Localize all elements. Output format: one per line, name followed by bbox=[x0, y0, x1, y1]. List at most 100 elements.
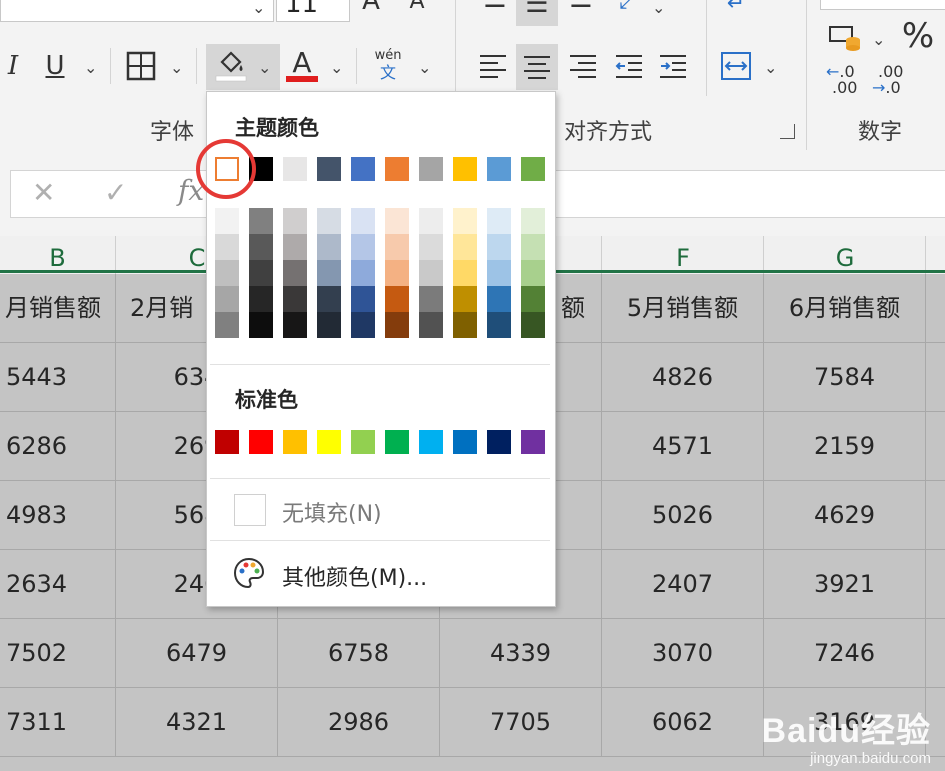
table-cell[interactable] bbox=[926, 619, 945, 688]
table-cell[interactable]: 7311 bbox=[0, 688, 116, 757]
header-cell[interactable] bbox=[926, 274, 945, 343]
accounting-format-icon[interactable] bbox=[826, 22, 864, 54]
table-cell[interactable]: 4321 bbox=[116, 688, 278, 757]
theme-shade-swatch[interactable] bbox=[215, 286, 239, 312]
table-cell[interactable] bbox=[926, 481, 945, 550]
theme-shade-swatch[interactable] bbox=[453, 286, 477, 312]
chevron-down-icon[interactable]: ⌄ bbox=[418, 58, 431, 77]
theme-shade-swatch[interactable] bbox=[385, 312, 409, 338]
header-cell[interactable]: 6月销售额 bbox=[764, 274, 926, 343]
theme-shade-swatch[interactable] bbox=[385, 286, 409, 312]
theme-shade-swatch[interactable] bbox=[453, 208, 477, 234]
phonetic-guide-icon[interactable]: wén 文 bbox=[370, 48, 406, 84]
table-cell[interactable]: 7584 bbox=[764, 343, 926, 412]
column-header-g[interactable]: G bbox=[764, 236, 926, 274]
chevron-down-icon[interactable]: ⌄ bbox=[872, 30, 885, 49]
percent-style-icon[interactable]: % bbox=[898, 16, 938, 56]
table-cell[interactable]: 4571 bbox=[602, 412, 764, 481]
theme-shade-swatch[interactable] bbox=[487, 234, 511, 260]
theme-shade-swatch[interactable] bbox=[453, 234, 477, 260]
theme-color-swatch[interactable] bbox=[487, 157, 511, 181]
theme-shade-swatch[interactable] bbox=[385, 260, 409, 286]
chevron-down-icon[interactable]: ⌄ bbox=[258, 58, 271, 77]
table-cell[interactable]: 3921 bbox=[764, 550, 926, 619]
theme-shade-swatch[interactable] bbox=[487, 260, 511, 286]
theme-color-swatch[interactable] bbox=[453, 157, 477, 181]
theme-shade-swatch[interactable] bbox=[283, 208, 307, 234]
middle-align-icon[interactable]: ☰ bbox=[516, 0, 558, 26]
theme-shade-swatch[interactable] bbox=[521, 234, 545, 260]
theme-shade-swatch[interactable] bbox=[249, 234, 273, 260]
standard-color-swatch[interactable] bbox=[249, 430, 273, 454]
wrap-text-icon[interactable]: ↵ bbox=[718, 0, 754, 20]
theme-color-swatch[interactable] bbox=[419, 157, 443, 181]
standard-color-swatch[interactable] bbox=[385, 430, 409, 454]
theme-shade-swatch[interactable] bbox=[419, 312, 443, 338]
theme-shade-swatch[interactable] bbox=[249, 286, 273, 312]
decrease-font-icon[interactable]: A bbox=[402, 0, 432, 16]
cancel-icon[interactable]: ✕ bbox=[32, 176, 55, 209]
chevron-down-icon[interactable]: ⌄ bbox=[84, 58, 97, 77]
theme-shade-swatch[interactable] bbox=[351, 234, 375, 260]
standard-color-swatch[interactable] bbox=[419, 430, 443, 454]
standard-color-swatch[interactable] bbox=[521, 430, 545, 454]
table-cell[interactable] bbox=[926, 343, 945, 412]
more-colors-item[interactable]: 其他颜色(M)... bbox=[210, 548, 550, 598]
theme-color-swatch[interactable] bbox=[351, 157, 375, 181]
theme-color-swatch[interactable] bbox=[283, 157, 307, 181]
chevron-down-icon[interactable]: ⌄ bbox=[764, 58, 777, 77]
font-color-button[interactable]: A bbox=[284, 44, 320, 86]
table-cell[interactable]: 4826 bbox=[602, 343, 764, 412]
table-cell[interactable]: 6758 bbox=[278, 619, 440, 688]
decrease-decimal-icon[interactable]: .00 →.0 bbox=[872, 64, 912, 100]
bottom-align-icon[interactable]: ☰ bbox=[564, 0, 598, 16]
chevron-down-icon[interactable]: ⌄ bbox=[252, 0, 265, 17]
column-header-b[interactable]: B bbox=[0, 236, 115, 274]
increase-indent-icon[interactable] bbox=[654, 46, 692, 86]
table-cell[interactable]: 2407 bbox=[602, 550, 764, 619]
theme-shade-swatch[interactable] bbox=[521, 208, 545, 234]
table-cell[interactable]: 4629 bbox=[764, 481, 926, 550]
number-format-box[interactable] bbox=[820, 0, 945, 10]
table-cell[interactable]: 7705 bbox=[440, 688, 602, 757]
merge-center-icon[interactable] bbox=[716, 46, 756, 86]
theme-color-swatch[interactable] bbox=[521, 157, 545, 181]
orientation-icon[interactable]: ⤢ bbox=[610, 0, 646, 16]
theme-shade-swatch[interactable] bbox=[317, 260, 341, 286]
table-cell[interactable]: 4339 bbox=[440, 619, 602, 688]
theme-shade-swatch[interactable] bbox=[453, 312, 477, 338]
standard-color-swatch[interactable] bbox=[215, 430, 239, 454]
header-cell[interactable]: 月销售额 bbox=[0, 274, 116, 343]
theme-shade-swatch[interactable] bbox=[419, 208, 443, 234]
font-size-box[interactable]: 11 bbox=[276, 0, 350, 22]
standard-color-swatch[interactable] bbox=[351, 430, 375, 454]
borders-icon[interactable] bbox=[124, 48, 158, 84]
theme-shade-swatch[interactable] bbox=[283, 234, 307, 260]
table-cell[interactable]: 6479 bbox=[116, 619, 278, 688]
table-cell[interactable]: 2159 bbox=[764, 412, 926, 481]
theme-shade-swatch[interactable] bbox=[215, 312, 239, 338]
theme-shade-swatch[interactable] bbox=[385, 234, 409, 260]
align-right-icon[interactable] bbox=[564, 46, 602, 86]
theme-shade-swatch[interactable] bbox=[419, 286, 443, 312]
no-fill-item[interactable]: 无填充(N) bbox=[210, 486, 550, 534]
alignment-dialog-launcher-icon[interactable] bbox=[780, 124, 795, 139]
theme-shade-swatch[interactable] bbox=[317, 286, 341, 312]
theme-shade-swatch[interactable] bbox=[521, 260, 545, 286]
standard-color-swatch[interactable] bbox=[317, 430, 341, 454]
header-cell[interactable]: 5月销售额 bbox=[602, 274, 764, 343]
theme-shade-swatch[interactable] bbox=[249, 208, 273, 234]
column-header-f[interactable]: F bbox=[602, 236, 764, 274]
theme-shade-swatch[interactable] bbox=[521, 312, 545, 338]
theme-shade-swatch[interactable] bbox=[351, 312, 375, 338]
chevron-down-icon[interactable]: ⌄ bbox=[170, 58, 183, 77]
align-center-icon[interactable] bbox=[516, 44, 558, 90]
theme-shade-swatch[interactable] bbox=[385, 208, 409, 234]
italic-button[interactable]: I bbox=[0, 48, 26, 84]
theme-shade-swatch[interactable] bbox=[249, 260, 273, 286]
table-cell[interactable]: 4983 bbox=[0, 481, 116, 550]
theme-shade-swatch[interactable] bbox=[215, 260, 239, 286]
standard-color-swatch[interactable] bbox=[283, 430, 307, 454]
table-cell[interactable] bbox=[926, 412, 945, 481]
theme-shade-swatch[interactable] bbox=[419, 260, 443, 286]
